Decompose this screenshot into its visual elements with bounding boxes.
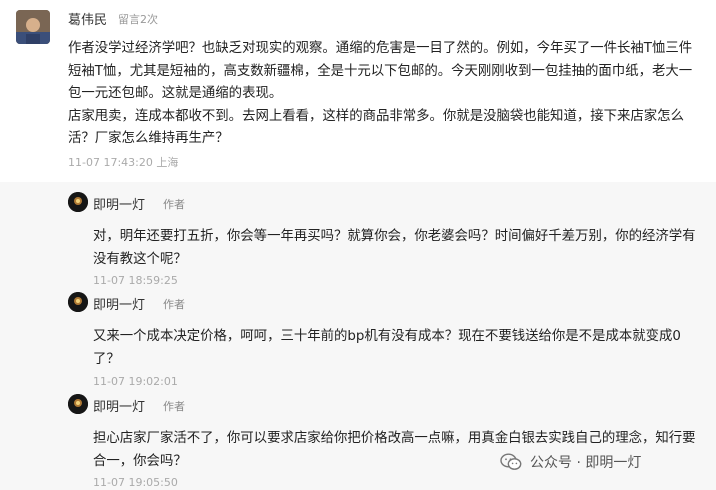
author-avatar[interactable] [68, 394, 88, 414]
comment-timestamp: 11-07 17:43:20 上海 [68, 156, 179, 169]
reply-text: 又来一个成本决定价格，呵呵，三十年前的bp机有没有成本？现在不要钱送给你是不是成… [93, 329, 681, 367]
watermark-text: 公众号 · 即明一灯 [530, 455, 642, 471]
author-avatar[interactable] [68, 292, 88, 312]
reply-author-name[interactable]: 即明一灯 [93, 194, 145, 213]
author-badge: 作者 [163, 400, 185, 413]
author-avatar[interactable] [68, 192, 88, 212]
comment-paragraph: 作者没学过经济学吧？也缺乏对现实的观察。通缩的危害是一目了然的。例如，今年买了一… [68, 41, 693, 101]
comment-body: 作者没学过经济学吧？也缺乏对现实的观察。通缩的危害是一目了然的。例如，今年买了一… [68, 38, 704, 151]
reply-timestamp: 11-07 19:02:01 [93, 375, 178, 388]
author-badge: 作者 [163, 198, 185, 211]
reply-author-name[interactable]: 即明一灯 [93, 396, 145, 415]
reply-thread: 即明一灯 作者 对，明年还要打五折，你会等一年再买吗？就算你会，你老婆会吗？时间… [0, 182, 716, 490]
commenter-avatar[interactable] [16, 10, 50, 44]
reply-timestamp: 11-07 18:59:25 [93, 274, 178, 287]
reply-timestamp: 11-07 19:05:50 [93, 476, 178, 489]
reply-author-name[interactable]: 即明一灯 [93, 294, 145, 313]
comment-paragraph: 店家甩卖，连成本都收不到。去网上看看，这样的商品非常多。你就是没脑袋也能知道，接… [68, 108, 684, 147]
reply-text: 对，明年还要打五折，你会等一年再买吗？就算你会，你老婆会吗？时间偏好千差万别，你… [93, 229, 696, 267]
author-badge: 作者 [163, 298, 185, 311]
watermark: 公众号 · 即明一灯 [500, 450, 641, 474]
comment-count-label: 留言2次 [118, 13, 158, 26]
commenter-name[interactable]: 葛伟民 [68, 9, 107, 28]
wechat-icon [500, 453, 522, 470]
